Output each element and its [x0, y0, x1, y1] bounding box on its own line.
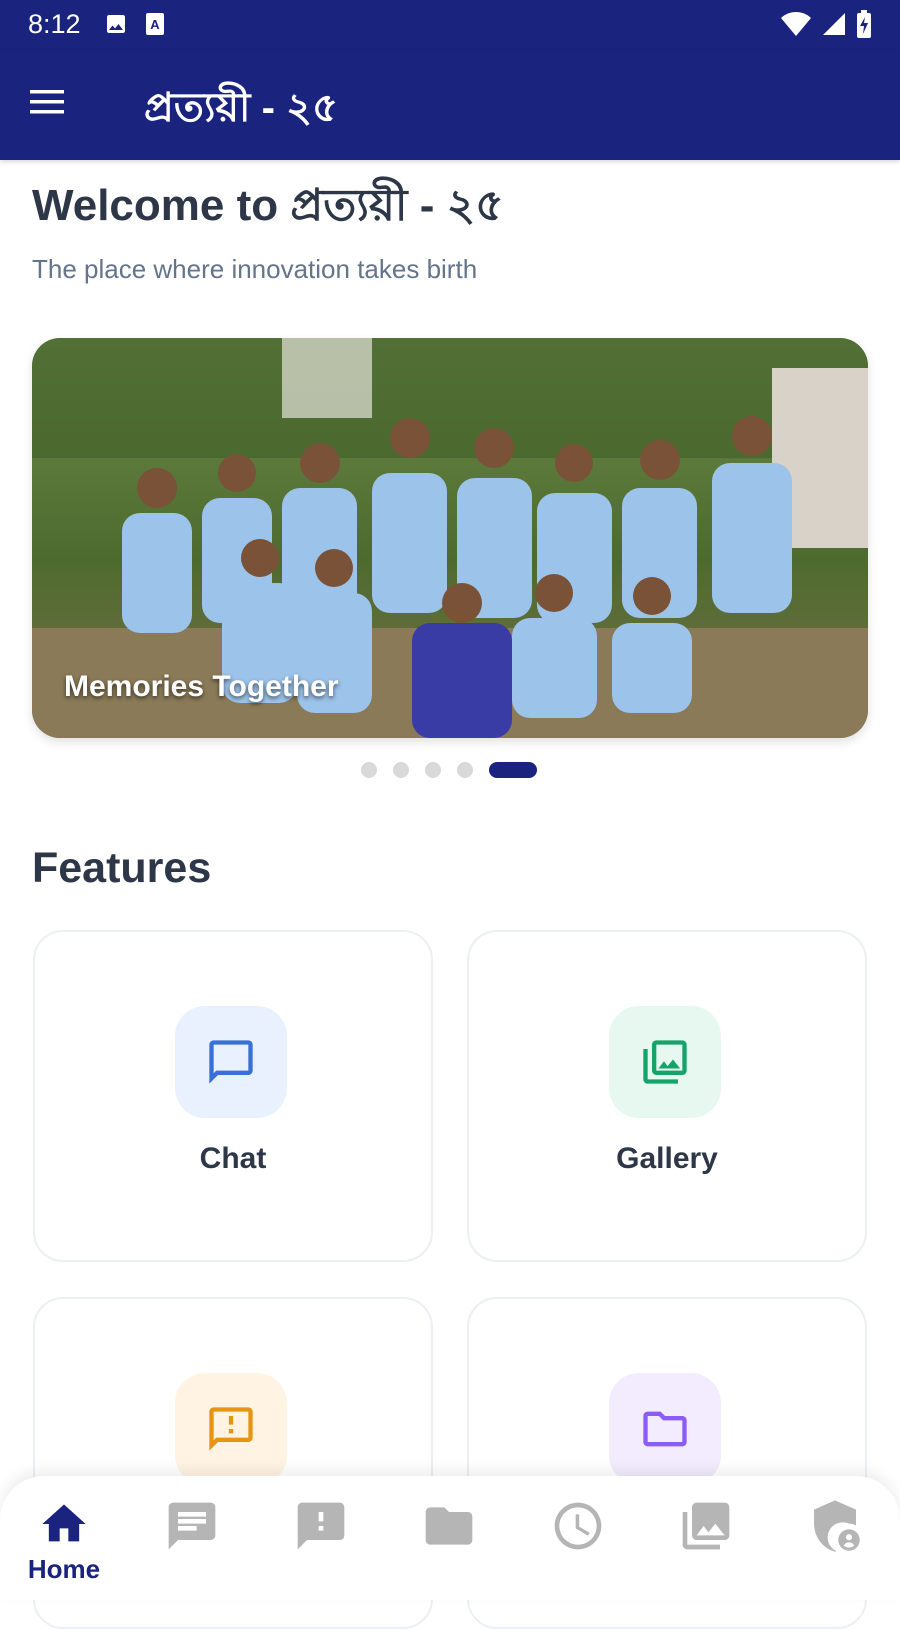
status-bar: 8:12 A	[0, 0, 900, 50]
welcome-title: Welcome to প্রত্যয়ী - ২৫	[32, 181, 504, 230]
nav-item-history[interactable]	[528, 1498, 628, 1554]
feature-card-label: Chat	[199, 1142, 267, 1175]
carousel-caption: Memories Together	[64, 670, 339, 703]
clock-icon	[554, 1502, 602, 1550]
menu-button[interactable]	[28, 82, 68, 122]
hamburger-menu-icon	[30, 90, 64, 114]
features-heading: Features	[32, 844, 212, 892]
nav-item-admin[interactable]	[785, 1498, 885, 1554]
home-icon	[42, 1504, 86, 1542]
photo-library-icon	[682, 1502, 730, 1550]
carousel-dot-active[interactable]	[489, 762, 537, 778]
chat-icon	[209, 1040, 253, 1084]
status-notification-icons: A	[104, 12, 166, 41]
signal-icon	[822, 12, 846, 41]
alert-bubble-icon	[297, 1502, 345, 1550]
gallery-icon	[643, 1040, 687, 1084]
folder-icon	[643, 1411, 687, 1447]
status-system-icons	[780, 10, 872, 43]
admin-shield-icon	[814, 1500, 860, 1552]
report-icon-badge	[175, 1373, 287, 1485]
app-notification-icon: A	[144, 12, 166, 41]
chat-bubble-icon	[168, 1502, 216, 1550]
feature-card-gallery[interactable]: Gallery	[467, 930, 867, 1262]
carousel-dot[interactable]	[393, 762, 409, 778]
welcome-subtitle: The place where innovation takes birth	[32, 254, 478, 284]
nav-item-files[interactable]	[399, 1498, 499, 1554]
carousel-dot[interactable]	[457, 762, 473, 778]
nav-item-gallery[interactable]	[656, 1498, 756, 1554]
chat-icon-badge	[175, 1006, 287, 1118]
carousel-dot[interactable]	[425, 762, 441, 778]
carousel-dot[interactable]	[361, 762, 377, 778]
report-icon	[209, 1407, 253, 1451]
image-notification-icon	[104, 12, 128, 41]
nav-item-chat[interactable]	[142, 1498, 242, 1554]
carousel-indicator	[361, 762, 537, 778]
feature-card-chat[interactable]: Chat	[33, 930, 433, 1262]
photo-carousel[interactable]: Memories Together	[32, 338, 868, 738]
nav-item-home[interactable]: Home	[14, 1498, 114, 1585]
gallery-icon-badge	[609, 1006, 721, 1118]
wifi-icon	[780, 11, 812, 42]
feature-card-label: Gallery	[616, 1142, 718, 1175]
app-bar: প্রত্যয়ী - ২৫	[0, 50, 900, 160]
folder-icon-badge	[609, 1373, 721, 1485]
status-time: 8:12	[28, 9, 81, 39]
app-title: প্রত্যয়ী - ২৫	[144, 86, 338, 130]
svg-text:A: A	[150, 17, 160, 32]
nav-item-notice[interactable]	[271, 1498, 371, 1554]
nav-label-home: Home	[27, 1554, 101, 1584]
battery-icon	[856, 10, 872, 43]
bottom-navigation: Home	[0, 1476, 900, 1600]
folder-icon	[425, 1507, 473, 1545]
